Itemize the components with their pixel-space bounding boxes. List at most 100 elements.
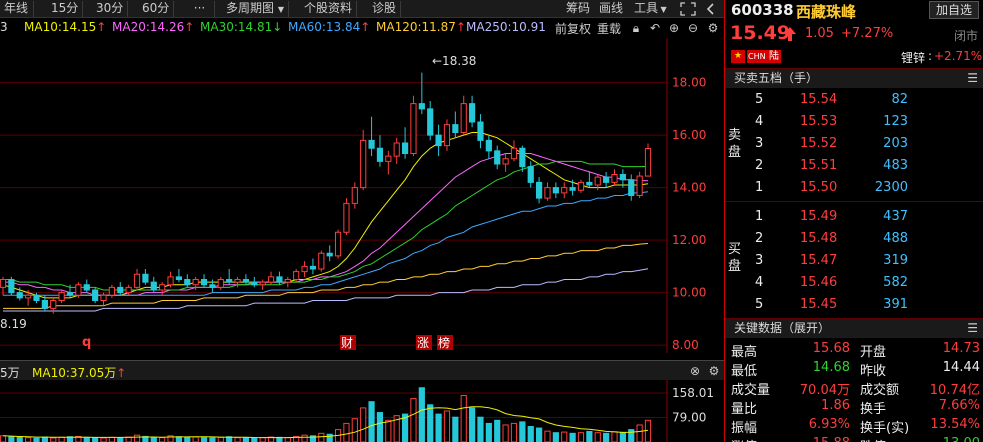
more-periods-button[interactable]: ··· — [185, 1, 215, 17]
buy-row[interactable]: 5 15.45 391 — [725, 295, 983, 314]
volume-bar — [133, 434, 141, 442]
level-number: 5 — [755, 92, 764, 107]
reload-button[interactable]: 重载 — [597, 20, 621, 37]
volume-bar — [452, 416, 459, 442]
price-tick-label: 16.00 — [672, 128, 706, 142]
level-number: 2 — [755, 158, 764, 173]
sell-row[interactable]: 2 15.51 483 — [725, 156, 983, 175]
candle — [611, 169, 618, 185]
close-icon[interactable]: ⊗ — [688, 364, 702, 378]
level-price[interactable]: 15.45 — [800, 297, 837, 312]
period-30min-button[interactable]: 30分 — [92, 1, 129, 17]
volume-bar — [561, 431, 568, 442]
draw-line-button[interactable]: 画线 — [599, 1, 623, 17]
volume-bar — [0, 435, 7, 442]
volume-bar — [435, 413, 442, 442]
ma20-value: MA20:14.26 — [112, 20, 185, 34]
price-up-arrow-icon — [784, 27, 796, 41]
sell-row[interactable]: 5 15.54 82 — [725, 90, 983, 109]
volume-chart[interactable]: 158.01 79.00 — [0, 380, 724, 442]
volume-bar — [586, 430, 593, 442]
period-60min-button[interactable]: 60分 — [138, 1, 175, 17]
level-price[interactable]: 15.47 — [800, 253, 837, 268]
level-price[interactable]: 15.54 — [800, 92, 837, 107]
keydata-value: 13.54% — [930, 417, 980, 432]
price-tick-label: 14.00 — [672, 181, 706, 195]
event-marker[interactable]: q — [82, 335, 91, 350]
sector-name[interactable]: 锂锌 — [901, 49, 925, 66]
keydata-value: 14.68 — [812, 360, 850, 375]
ranking-marker[interactable]: 榜 — [438, 335, 450, 350]
candle — [368, 116, 375, 157]
stock-info-button[interactable]: 个股资料 — [300, 1, 358, 17]
volume-bar — [58, 436, 65, 442]
ma60-value: MA60:13.84 — [288, 20, 361, 34]
undo-icon[interactable]: ↶ — [648, 21, 662, 35]
candle — [100, 292, 107, 306]
zoom-out-icon[interactable]: ⊖ — [686, 21, 700, 35]
buy-row[interactable]: 2 15.48 488 — [725, 229, 983, 248]
price-tick-label: 10.00 — [672, 286, 706, 300]
volume-bar — [385, 419, 392, 442]
level-price[interactable]: 15.53 — [800, 114, 837, 129]
diagnose-button[interactable]: 诊股 — [368, 1, 402, 17]
collapse-panel-icon[interactable] — [705, 2, 717, 16]
candle — [644, 143, 652, 177]
add-watchlist-button[interactable]: 加自选 — [929, 1, 979, 19]
forward-adjust-button[interactable]: 前复权 — [555, 20, 591, 37]
level-price[interactable]: 15.46 — [800, 275, 837, 290]
volume-bar — [644, 419, 652, 442]
candle — [217, 276, 224, 290]
keydata-header[interactable]: 关键数据（展开） ☰ — [725, 318, 983, 338]
financial-marker[interactable]: 财 — [341, 336, 353, 350]
level-price[interactable]: 15.52 — [800, 136, 837, 151]
level-price[interactable]: 15.49 — [800, 209, 837, 224]
candles — [0, 72, 652, 314]
buy-row[interactable]: 1 15.49 437 — [725, 207, 983, 226]
gear-icon[interactable]: ⚙ — [707, 364, 721, 378]
level-price[interactable]: 15.51 — [800, 158, 837, 173]
orderbook-header: 买卖五档（手） ☰ — [725, 68, 983, 88]
buy-row[interactable]: 3 15.47 319 — [725, 251, 983, 270]
chips-button[interactable]: 筹码 — [566, 1, 590, 17]
candle — [200, 274, 208, 288]
volume-bar — [477, 416, 484, 442]
buy-row[interactable]: 4 15.46 582 — [725, 273, 983, 292]
level-price[interactable]: 15.48 — [800, 231, 837, 246]
ma20-line — [3, 153, 649, 296]
tools-menu-button[interactable]: 工具 ▼ — [634, 1, 667, 17]
candle — [242, 274, 250, 285]
volume-bar — [427, 404, 434, 442]
level-number: 4 — [755, 114, 764, 129]
gear-icon[interactable]: ⚙ — [706, 21, 720, 35]
sell-row[interactable]: 3 15.52 203 — [725, 134, 983, 153]
candle — [309, 258, 317, 275]
lock-icon[interactable]: 🔒︎ — [629, 21, 643, 35]
sell-row[interactable]: 4 15.53 123 — [725, 112, 983, 131]
menu-icon[interactable]: ☰ — [967, 319, 978, 338]
candle — [108, 284, 115, 298]
zoom-in-icon[interactable]: ⊕ — [667, 21, 681, 35]
volume-bar — [485, 422, 492, 442]
period-year-button[interactable]: 年线 — [0, 1, 34, 17]
level-volume: 2300 — [874, 180, 908, 195]
ma60-line — [3, 191, 649, 296]
volume-bar — [502, 424, 509, 442]
candle — [393, 137, 400, 164]
ma120-legend: MA120:11.87↑ — [376, 20, 466, 34]
volume-bar — [343, 422, 350, 442]
candle — [536, 177, 543, 204]
level-price[interactable]: 15.50 — [800, 180, 837, 195]
limit-up-marker[interactable]: 涨 — [417, 335, 429, 350]
period-15min-button[interactable]: 15分 — [47, 1, 84, 17]
book-divider — [725, 201, 983, 206]
fullscreen-icon[interactable] — [680, 2, 696, 16]
level-number: 1 — [755, 180, 764, 195]
keydata-value: 13.00 — [943, 436, 980, 442]
candlestick-chart[interactable]: 18.00 16.00 14.00 12.00 10.00 8.00 ←18.38 8.1… — [0, 38, 724, 353]
sell-row[interactable]: 1 15.50 2300 — [725, 178, 983, 197]
menu-icon[interactable]: ☰ — [967, 69, 978, 88]
candle — [301, 261, 308, 277]
level-volume: 391 — [883, 297, 908, 312]
multi-period-button[interactable]: 多周期图 ▼ — [222, 1, 289, 17]
